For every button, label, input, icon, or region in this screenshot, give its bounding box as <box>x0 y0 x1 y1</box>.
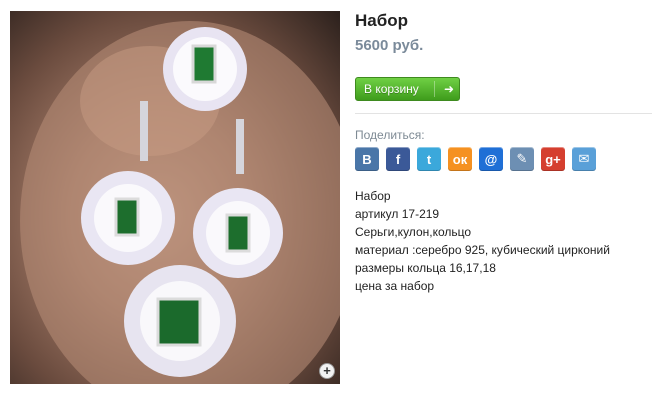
zoom-icon[interactable]: + <box>319 363 335 379</box>
vk-icon[interactable]: B <box>355 147 379 171</box>
facebook-icon[interactable]: f <box>386 147 410 171</box>
description-line: Серьги,кулон,кольцо <box>355 225 472 239</box>
arrow-right-icon: ➜ <box>444 82 455 96</box>
share-buttons: B f t ок @ ✎ g+ ✉ <box>355 147 596 171</box>
product-price: 5600 руб. <box>355 37 424 54</box>
odnoklassniki-icon[interactable]: ок <box>448 147 472 171</box>
pendant <box>124 265 236 377</box>
description-line: размеры кольца 16,17,18 <box>355 261 496 275</box>
share-label: Поделиться: <box>355 128 425 142</box>
add-to-cart-button[interactable]: В корзину ➜ <box>355 77 460 101</box>
product-title: Набор <box>355 11 409 30</box>
right-earring <box>193 188 283 278</box>
left-earring <box>81 171 175 265</box>
description-line: цена за набор <box>355 279 435 293</box>
mail-ru-icon[interactable]: @ <box>479 147 503 171</box>
google-plus-icon[interactable]: g+ <box>541 147 565 171</box>
description-line: Набор <box>355 189 391 203</box>
twitter-icon[interactable]: t <box>417 147 441 171</box>
section-divider <box>355 113 652 114</box>
product-photo[interactable]: + <box>10 11 340 384</box>
jewelry-image <box>20 21 340 384</box>
ring-piece <box>163 27 247 111</box>
email-icon[interactable]: ✉ <box>572 147 596 171</box>
product-description: Набор артикул 17-219 Серьги,кулон,кольцо… <box>355 187 610 295</box>
description-line: материал :серебро 925, кубический циркон… <box>355 243 610 257</box>
livejournal-icon[interactable]: ✎ <box>510 147 534 171</box>
description-line: артикул 17-219 <box>355 207 440 221</box>
add-to-cart-label: В корзину <box>364 82 419 96</box>
